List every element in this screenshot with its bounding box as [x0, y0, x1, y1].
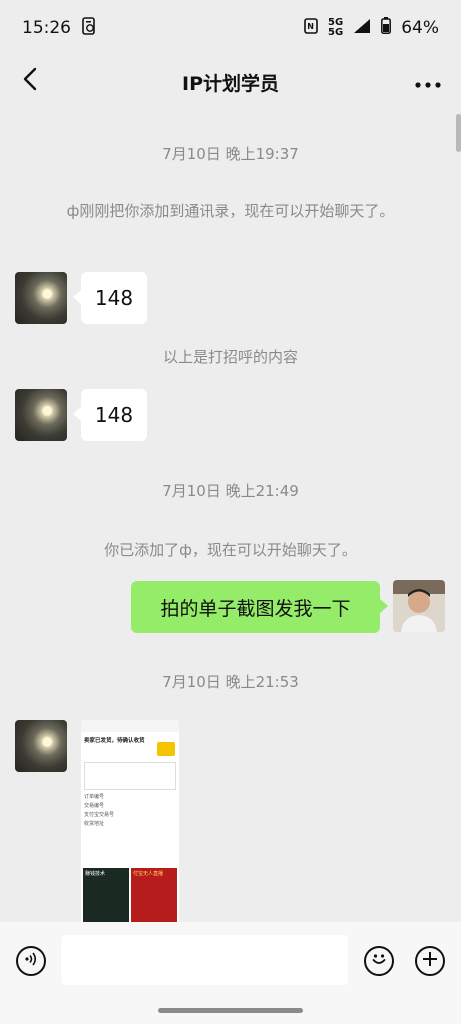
- battery-icon: [381, 17, 392, 39]
- image-message[interactable]: 卖家已发货，待确认收货 订单编号 交易编号 支付宝交易号 收货地址 赚钱技术 付…: [81, 720, 179, 924]
- chat-title: IP计划学员: [182, 72, 279, 95]
- more-dots-icon: [415, 66, 441, 94]
- self-avatar[interactable]: [393, 580, 445, 632]
- back-button[interactable]: [16, 66, 44, 96]
- system-message: 你已添加了ф，现在可以开始聊天了。: [104, 541, 357, 559]
- battery-percent: 64%: [401, 18, 439, 38]
- home-indicator[interactable]: [158, 1008, 303, 1013]
- emoji-button[interactable]: [364, 946, 394, 976]
- message-bubble[interactable]: 148: [73, 389, 147, 441]
- image-recommend-cards: 赚钱技术 付宝无人直播: [83, 868, 177, 924]
- timestamp: 7月10日 晚上21:49: [162, 482, 299, 500]
- svg-text:N: N: [307, 22, 314, 31]
- more-button[interactable]: [415, 70, 441, 90]
- screen-record-icon: [81, 16, 97, 40]
- plus-button[interactable]: [415, 946, 445, 976]
- image-status-strip: [81, 720, 179, 732]
- status-left: 15:26: [22, 16, 97, 40]
- image-row: 收货地址: [84, 821, 105, 827]
- network-type: 5G 5G: [328, 18, 343, 38]
- plus-icon: [422, 951, 438, 971]
- message-bubble-self[interactable]: 拍的单子截图发我一下: [131, 581, 388, 633]
- image-row: 交易编号: [84, 803, 105, 809]
- system-message: ф刚刚把你添加到通讯录，现在可以开始聊天了。: [66, 202, 395, 220]
- status-right: N 5G 5G 64%: [304, 17, 439, 39]
- timestamp: 7月10日 晚上19:37: [162, 145, 299, 163]
- contact-avatar[interactable]: [15, 272, 67, 324]
- network-type-bottom: 5G: [328, 27, 344, 38]
- image-card: 付宝无人直播: [131, 868, 177, 924]
- status-time: 15:26: [22, 18, 71, 38]
- truck-icon: [157, 742, 175, 756]
- chat-header: IP计划学员: [0, 56, 461, 108]
- status-bar: 15:26 N 5G 5G 64%: [0, 0, 461, 56]
- chevron-left-icon: [23, 67, 37, 95]
- contact-avatar[interactable]: [15, 720, 67, 772]
- emoji-icon: [369, 949, 389, 973]
- timestamp: 7月10日 晚上21:53: [162, 673, 299, 691]
- image-card: 赚钱技术: [83, 868, 129, 924]
- voice-button[interactable]: [16, 946, 46, 976]
- system-message: 以上是打招呼的内容: [162, 348, 298, 366]
- voice-icon: [23, 951, 39, 971]
- input-bar: [0, 922, 461, 1024]
- contact-avatar[interactable]: [15, 389, 67, 441]
- nfc-icon: N: [304, 17, 318, 39]
- message-input[interactable]: [61, 935, 348, 985]
- image-product-box: [84, 762, 176, 790]
- message-bubble[interactable]: 148: [73, 272, 147, 324]
- signal-icon: [353, 18, 371, 39]
- image-row: 支付宝交易号: [84, 812, 115, 818]
- image-row: 订单编号: [84, 794, 105, 800]
- scrollbar[interactable]: [456, 114, 461, 152]
